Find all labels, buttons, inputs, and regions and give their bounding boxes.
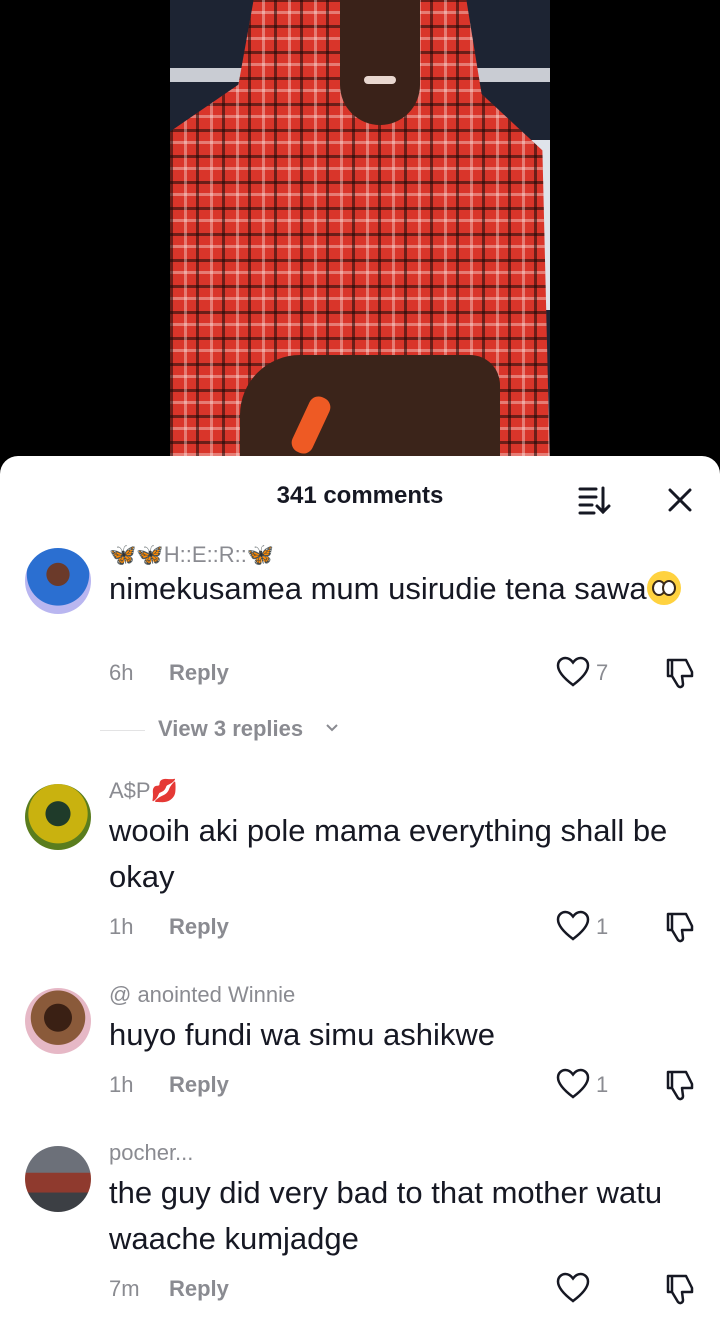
comment-text: the guy did very bad to that mother watu…: [109, 1175, 663, 1256]
reply-button[interactable]: Reply: [169, 1276, 229, 1302]
person-arm: [240, 355, 500, 465]
avatar[interactable]: [25, 1146, 91, 1212]
like-count: 1: [596, 1072, 609, 1097]
comment-time: 1h: [109, 914, 134, 939]
video-player[interactable]: [0, 0, 720, 470]
like-button[interactable]: 7: [556, 656, 626, 690]
view-replies-button[interactable]: View 3 replies: [100, 716, 400, 746]
dislike-icon[interactable]: [664, 1272, 696, 1306]
avatar[interactable]: [25, 548, 91, 614]
comment-item: pocher... the guy did very bad to that m…: [0, 1140, 720, 1310]
comment-username[interactable]: 🦋🦋H::E::R::🦋: [109, 542, 274, 568]
dislike-icon[interactable]: [664, 910, 696, 944]
like-button[interactable]: [556, 1272, 626, 1306]
reply-button[interactable]: Reply: [169, 660, 229, 686]
sort-icon[interactable]: [576, 482, 612, 516]
like-count: 1: [596, 914, 609, 939]
comment-time: 6h: [109, 660, 134, 685]
like-button[interactable]: 1: [556, 1068, 626, 1102]
dislike-icon[interactable]: [664, 1068, 696, 1102]
pleading-face-icon: [646, 571, 681, 605]
comments-sheet: 341 comments 🦋🦋H::E::R::🦋 nimekusamea mu…: [0, 456, 720, 1328]
like-count: 7: [596, 660, 609, 685]
comment-item: @ anointed Winnie huyo fundi wa simu ash…: [0, 982, 720, 1102]
comment-text: wooih aki pole mama everything shall be …: [109, 813, 668, 894]
heart-icon: [556, 1068, 590, 1099]
comment-item: 🦋🦋H::E::R::🦋 nimekusamea mum usirudie te…: [0, 542, 720, 742]
reply-button[interactable]: Reply: [169, 1072, 229, 1098]
chevron-down-icon: [326, 724, 338, 732]
comment-time: 1h: [109, 1072, 134, 1097]
comment-item: A$P💋 wooih aki pole mama everything shal…: [0, 778, 720, 948]
reply-button[interactable]: Reply: [169, 914, 229, 940]
comment-text: huyo fundi wa simu ashikwe: [109, 1017, 495, 1052]
heart-icon: [556, 656, 590, 687]
avatar[interactable]: [25, 784, 91, 850]
comment-text: nimekusamea mum usirudie tena sawa: [109, 566, 709, 612]
avatar[interactable]: [25, 988, 91, 1054]
dislike-icon[interactable]: [664, 656, 696, 690]
comment-username[interactable]: A$P💋: [109, 778, 178, 804]
heart-icon: [556, 910, 590, 941]
comment-username[interactable]: pocher...: [109, 1140, 193, 1166]
like-button[interactable]: 1: [556, 910, 626, 944]
comment-time: 7m: [109, 1276, 140, 1301]
comments-count-title: 341 comments: [276, 482, 444, 509]
heart-icon: [556, 1272, 590, 1303]
person-face: [340, 0, 420, 125]
close-icon[interactable]: [664, 484, 696, 516]
comment-username[interactable]: @ anointed Winnie: [109, 982, 295, 1008]
video-frame: [170, 0, 550, 470]
